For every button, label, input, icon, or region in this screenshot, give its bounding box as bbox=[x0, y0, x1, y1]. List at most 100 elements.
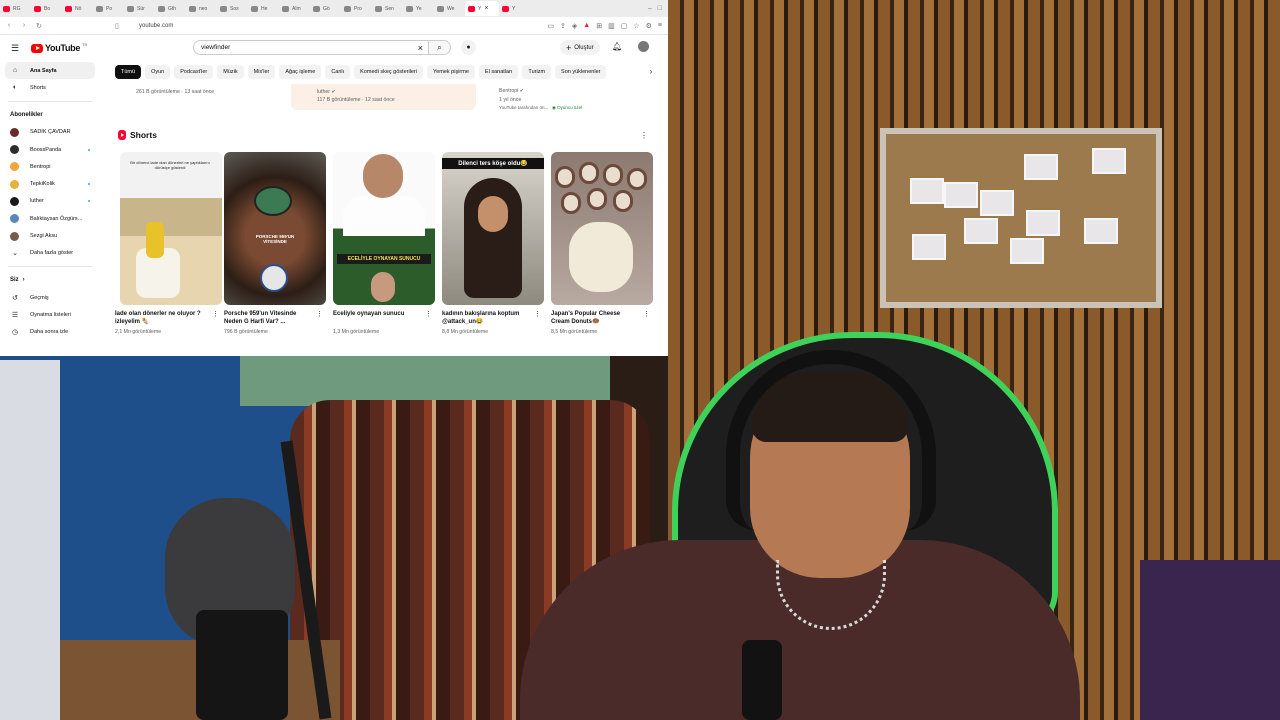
bookmark-icon[interactable]: ▯ bbox=[115, 22, 125, 30]
short-title[interactable]: kadının bakışlarına koptum @attack_un😂 bbox=[442, 310, 528, 326]
chips-next-arrow-icon[interactable]: › bbox=[644, 64, 658, 78]
short-thumbnail[interactable]: ECELİYLE OYNAYAN SUNUCU bbox=[333, 152, 435, 305]
hamburger-menu-icon[interactable]: ☰ bbox=[11, 43, 23, 54]
filter-chip[interactable]: Yemek pişirme bbox=[427, 65, 475, 79]
browser-tab[interactable]: Po bbox=[93, 1, 124, 16]
wallet-icon[interactable]: ▢ bbox=[621, 22, 628, 30]
filter-chip[interactable]: Tümü bbox=[115, 65, 142, 79]
filter-chip[interactable]: Oyun bbox=[145, 65, 171, 79]
back-icon[interactable]: ‹ bbox=[3, 22, 15, 29]
browser-tab[interactable]: Gth bbox=[155, 1, 186, 16]
more-options-icon[interactable]: ⋮ bbox=[640, 131, 648, 140]
sidebar-icon[interactable]: ▥ bbox=[608, 22, 615, 30]
youtube-logo[interactable]: YouTube TR bbox=[31, 42, 87, 53]
shorts-icon: ◐ bbox=[12, 84, 18, 92]
sidebar-item-home[interactable]: ⌂ Ana Sayfa bbox=[5, 62, 95, 80]
browser-tab[interactable]: Pro bbox=[341, 1, 372, 16]
short-card[interactable]: Bir dönerci iade olan dönerleri ne yaptı… bbox=[115, 152, 222, 335]
browser-tab[interactable]: Ye bbox=[403, 1, 434, 16]
shield-icon[interactable]: ◈ bbox=[572, 22, 577, 30]
filter-chip[interactable]: Müzik bbox=[217, 65, 244, 79]
forward-icon[interactable]: › bbox=[18, 22, 30, 29]
sidebar-subscription[interactable]: Balıktaysan Özgürs... bbox=[0, 210, 100, 227]
search-input[interactable]: viewfinder × bbox=[193, 40, 429, 55]
short-menu-icon[interactable]: ⋮ bbox=[425, 310, 432, 318]
short-card[interactable]: Japan's Popular Cheese Cream Donuts🍩 8,5… bbox=[551, 152, 653, 335]
reload-icon[interactable]: ↻ bbox=[33, 22, 45, 30]
short-menu-icon[interactable]: ⋮ bbox=[316, 310, 323, 318]
short-title[interactable]: Eceliyle oynayan sunucu bbox=[333, 310, 419, 326]
short-thumbnail[interactable] bbox=[551, 152, 653, 305]
share-icon[interactable]: ⇪ bbox=[560, 22, 566, 30]
sidebar-subscription[interactable]: Sezgi Aksu bbox=[0, 227, 100, 244]
browser-tab[interactable]: Y × bbox=[465, 1, 499, 16]
warning-icon[interactable]: ▲ bbox=[583, 22, 590, 30]
browser-tab[interactable]: neo bbox=[186, 1, 217, 16]
sidebar-item-label: TepkiKolik bbox=[30, 181, 55, 188]
menu-icon[interactable]: ≡ bbox=[658, 22, 662, 30]
sidebar-item-history[interactable]: ↺ Geçmiş bbox=[0, 289, 100, 306]
star-icon[interactable]: ☆ bbox=[633, 22, 639, 30]
settings-icon[interactable]: ⚙ bbox=[646, 22, 652, 30]
short-menu-icon[interactable]: ⋮ bbox=[643, 310, 650, 318]
short-thumbnail[interactable]: PORSCHE 959'UN VİTESİNDE bbox=[224, 152, 326, 305]
search-button[interactable]: ⌕ bbox=[429, 40, 451, 55]
filter-chip[interactable]: Mix'ler bbox=[247, 65, 276, 79]
minimize-icon[interactable]: – bbox=[648, 5, 652, 12]
screenshot-icon[interactable]: ▭ bbox=[547, 22, 554, 30]
address-bar[interactable]: youtube.com bbox=[139, 23, 439, 29]
filter-chip[interactable]: Komedi skeç gösterileri bbox=[354, 65, 424, 79]
browser-tab[interactable]: Alm bbox=[279, 1, 310, 16]
short-menu-icon[interactable]: ⋮ bbox=[534, 310, 541, 318]
short-title[interactable]: Japan's Popular Cheese Cream Donuts🍩 bbox=[551, 310, 637, 326]
show-more-button[interactable]: ⌄ Daha fazla göster bbox=[0, 245, 100, 262]
sidebar-divider bbox=[8, 100, 92, 102]
browser-tab[interactable]: Sür bbox=[124, 1, 155, 16]
browser-tab[interactable]: He bbox=[248, 1, 279, 16]
sidebar-subscription[interactable]: SADIK ÇAVDAR bbox=[0, 124, 100, 141]
browser-tab[interactable]: Bo bbox=[31, 1, 62, 16]
subscriptions-heading[interactable]: Abonelikler bbox=[0, 106, 100, 124]
you-heading[interactable]: Siz › bbox=[0, 271, 100, 289]
browser-tab[interactable]: Sos bbox=[217, 1, 248, 16]
filter-chip[interactable]: Ağaç işleme bbox=[279, 65, 322, 79]
short-thumbnail[interactable]: Bir dönerci iade olan dönerleri ne yaptı… bbox=[120, 152, 222, 305]
pinned-photo bbox=[1026, 210, 1060, 236]
channel-name[interactable]: luther ✔︎ bbox=[317, 88, 336, 96]
channel-name[interactable]: Bentropi ✔︎ bbox=[499, 87, 524, 95]
short-card[interactable]: ECELİYLE OYNAYAN SUNUCU Eceliyle oynayan… bbox=[333, 152, 435, 335]
browser-tab[interactable]: Y bbox=[499, 1, 530, 16]
filter-chip[interactable]: Son yüklenenler bbox=[555, 65, 607, 79]
browser-tab[interactable]: Gö bbox=[310, 1, 341, 16]
sidebar-subscription[interactable]: Bentropi bbox=[0, 158, 100, 175]
filter-chip[interactable]: El sanatları bbox=[478, 65, 519, 79]
browser-tab[interactable]: Nö bbox=[62, 1, 93, 16]
sidebar-subscription[interactable]: TepkiKolik bbox=[0, 175, 100, 192]
short-menu-icon[interactable]: ⋮ bbox=[212, 310, 219, 318]
short-card[interactable]: PORSCHE 959'UN VİTESİNDE Porsche 959'un … bbox=[224, 152, 326, 335]
filter-chip[interactable]: Canlı bbox=[325, 65, 351, 79]
filter-chip[interactable]: Turizm bbox=[522, 65, 552, 79]
account-avatar[interactable] bbox=[638, 41, 649, 52]
create-button[interactable]: + Oluştur bbox=[560, 40, 600, 55]
maximize-icon[interactable]: □ bbox=[658, 5, 662, 12]
short-title[interactable]: İade olan dönerler ne oluyor ? izleyelim… bbox=[115, 310, 201, 326]
browser-tab[interactable]: RG bbox=[0, 1, 31, 16]
sidebar-item-playlist[interactable]: ☰ Oynatma listeleri bbox=[0, 306, 100, 323]
clear-search-icon[interactable]: × bbox=[418, 43, 428, 53]
filter-chip[interactable]: Podcast'ler bbox=[174, 65, 214, 79]
sidebar-subscription[interactable]: BoossPanda bbox=[0, 141, 100, 158]
video-meta: 117 B görüntüleme · 12 saat önce bbox=[317, 97, 395, 103]
browser-tab[interactable]: We bbox=[434, 1, 465, 16]
short-title[interactable]: Porsche 959'un Vitesinde Neden G Harfi V… bbox=[224, 310, 310, 326]
extensions-icon[interactable]: ⊞ bbox=[596, 22, 602, 30]
close-tab-icon[interactable]: × bbox=[484, 5, 488, 12]
sidebar-item-clock[interactable]: ◷ Daha sonra izle bbox=[0, 324, 100, 341]
sidebar-subscription[interactable]: luther bbox=[0, 193, 100, 210]
notifications-bell-icon[interactable]: 🔔︎ bbox=[612, 42, 622, 51]
short-thumbnail[interactable]: Dilenci ters köşe oldu😂 bbox=[442, 152, 544, 305]
browser-tab[interactable]: Sen bbox=[372, 1, 403, 16]
short-card[interactable]: Dilenci ters köşe oldu😂 kadının bakışlar… bbox=[442, 152, 544, 335]
voice-search-button[interactable]: ● bbox=[461, 40, 476, 55]
sidebar-item-shorts[interactable]: ◐ Shorts bbox=[0, 79, 100, 96]
